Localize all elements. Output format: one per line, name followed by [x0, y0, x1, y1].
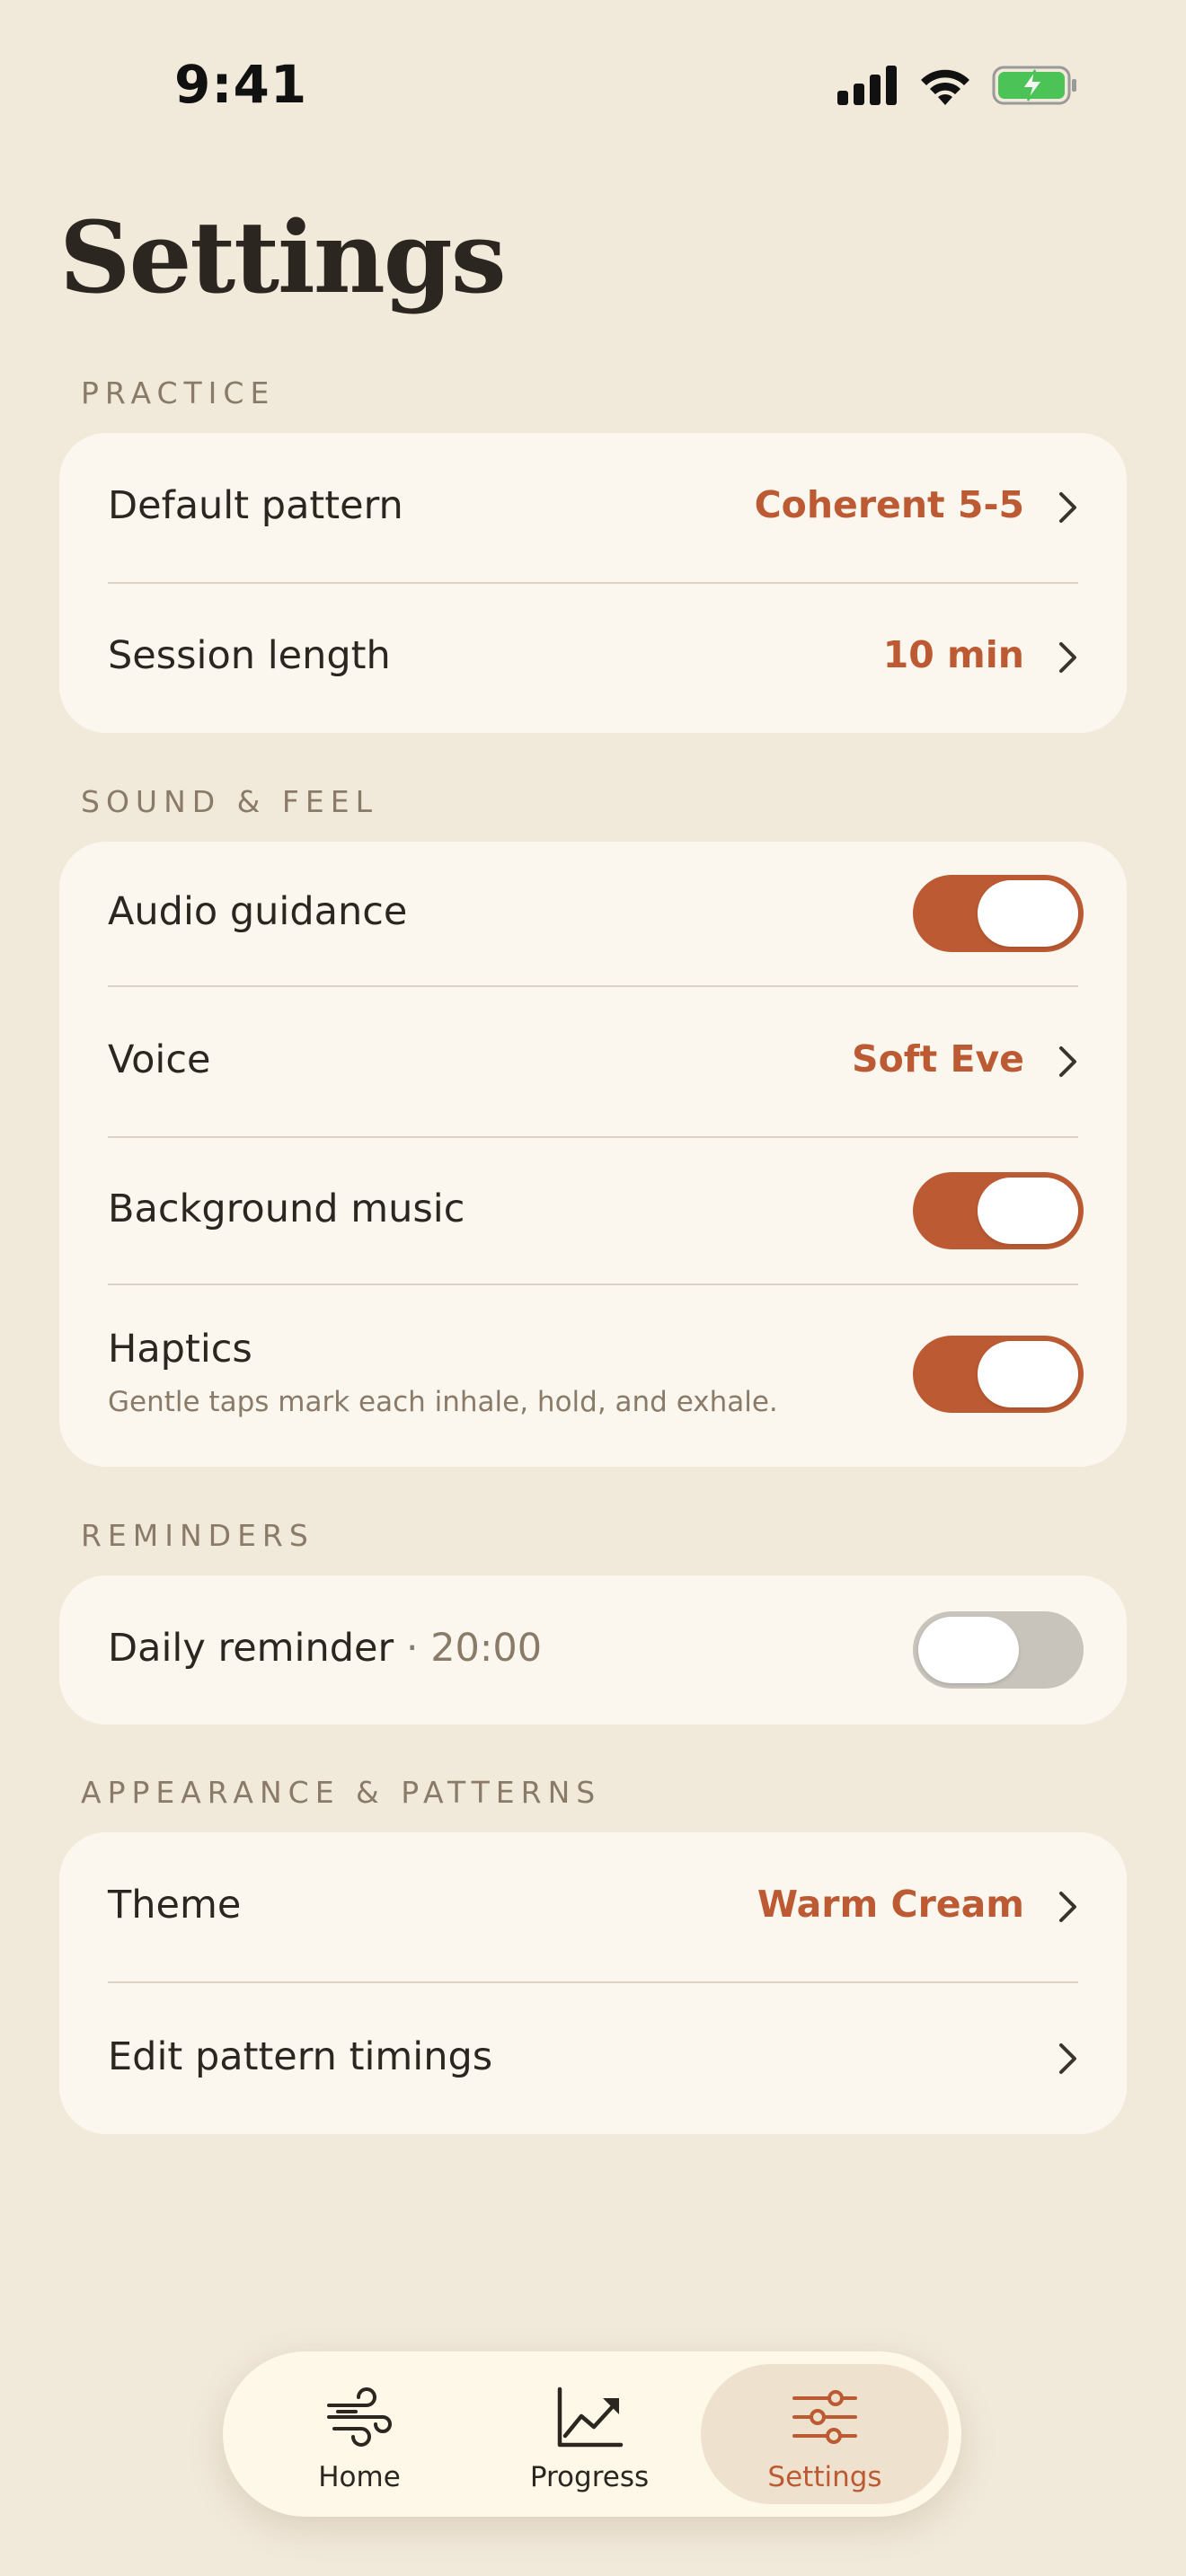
- tab-settings-label: Settings: [767, 2461, 882, 2493]
- wind-icon: [327, 2387, 392, 2447]
- daily-reminder-row: Daily reminder · 20:00: [59, 1575, 1127, 1725]
- background-music-label: Background music: [108, 1187, 465, 1231]
- haptics-label: Haptics: [108, 1327, 252, 1372]
- background-music-row: Background music: [59, 1138, 1127, 1284]
- toggle-knob: [918, 1617, 1019, 1683]
- background-music-toggle[interactable]: [913, 1172, 1084, 1249]
- section-label-practice: PRACTICE: [81, 375, 276, 410]
- edit-pattern-timings-label: Edit pattern timings: [108, 2034, 493, 2079]
- appearance-card: Theme Warm Cream Edit pattern timings: [59, 1832, 1127, 2134]
- voice-row[interactable]: Voice Soft Eve: [59, 987, 1127, 1136]
- chevron-right-icon: [1059, 1892, 1076, 1922]
- daily-reminder-title: Daily reminder: [108, 1626, 394, 1671]
- edit-pattern-timings-row[interactable]: Edit pattern timings: [59, 1983, 1127, 2134]
- status-icons: [837, 65, 1078, 106]
- daily-reminder-time[interactable]: · 20:00: [394, 1626, 542, 1671]
- tab-home-label: Home: [318, 2461, 401, 2493]
- tab-progress-label: Progress: [529, 2461, 650, 2493]
- default-pattern-label: Default pattern: [108, 483, 403, 528]
- voice-value: Soft Eve: [852, 1037, 1024, 1081]
- theme-value: Warm Cream: [757, 1883, 1024, 1926]
- status-time: 9:41: [174, 54, 308, 115]
- session-length-label: Session length: [108, 633, 391, 678]
- sliders-icon: [792, 2390, 857, 2444]
- theme-row[interactable]: Theme Warm Cream: [59, 1832, 1127, 1981]
- reminders-card: Daily reminder · 20:00: [59, 1575, 1127, 1725]
- sound-feel-card: Audio guidance Voice Soft Eve Background…: [59, 842, 1127, 1467]
- voice-label: Voice: [108, 1037, 211, 1082]
- section-label-sound-feel: SOUND & FEEL: [81, 784, 378, 819]
- haptics-description: Gentle taps mark each inhale, hold, and …: [108, 1386, 778, 1418]
- chevron-right-icon: [1059, 2043, 1076, 2074]
- battery-charging-icon: [992, 66, 1076, 105]
- audio-guidance-label: Audio guidance: [108, 889, 408, 934]
- default-pattern-value: Coherent 5-5: [754, 483, 1024, 526]
- page-title: Settings: [59, 199, 507, 315]
- cellular-signal-icon: [837, 66, 897, 105]
- chevron-right-icon: [1059, 492, 1076, 523]
- toggle-knob: [978, 1178, 1078, 1244]
- audio-guidance-toggle[interactable]: [913, 875, 1084, 952]
- tab-bar: Home Progress Settings: [223, 2351, 961, 2517]
- toggle-knob: [978, 880, 1078, 947]
- section-label-reminders: REMINDERS: [81, 1518, 314, 1553]
- chevron-right-icon: [1059, 642, 1076, 673]
- session-length-row[interactable]: Session length 10 min: [59, 584, 1127, 733]
- section-label-appearance: APPEARANCE & PATTERNS: [81, 1775, 602, 1810]
- practice-card: Default pattern Coherent 5-5 Session len…: [59, 433, 1127, 733]
- session-length-value: 10 min: [882, 633, 1024, 676]
- status-bar: 9:41: [0, 0, 1186, 171]
- daily-reminder-toggle[interactable]: [913, 1611, 1084, 1689]
- daily-reminder-label: Daily reminder · 20:00: [108, 1626, 542, 1671]
- default-pattern-row[interactable]: Default pattern Coherent 5-5: [59, 433, 1127, 582]
- tab-settings[interactable]: Settings: [701, 2364, 949, 2504]
- theme-label: Theme: [108, 1883, 242, 1928]
- chart-trend-icon: [557, 2386, 624, 2448]
- chevron-right-icon: [1059, 1046, 1076, 1077]
- audio-guidance-row: Audio guidance: [59, 842, 1127, 985]
- toggle-knob: [978, 1341, 1078, 1407]
- wifi-icon: [921, 69, 969, 105]
- haptics-toggle[interactable]: [913, 1336, 1084, 1413]
- haptics-row: Haptics Gentle taps mark each inhale, ho…: [59, 1285, 1127, 1467]
- tab-progress[interactable]: Progress: [465, 2364, 713, 2504]
- tab-home[interactable]: Home: [235, 2364, 483, 2504]
